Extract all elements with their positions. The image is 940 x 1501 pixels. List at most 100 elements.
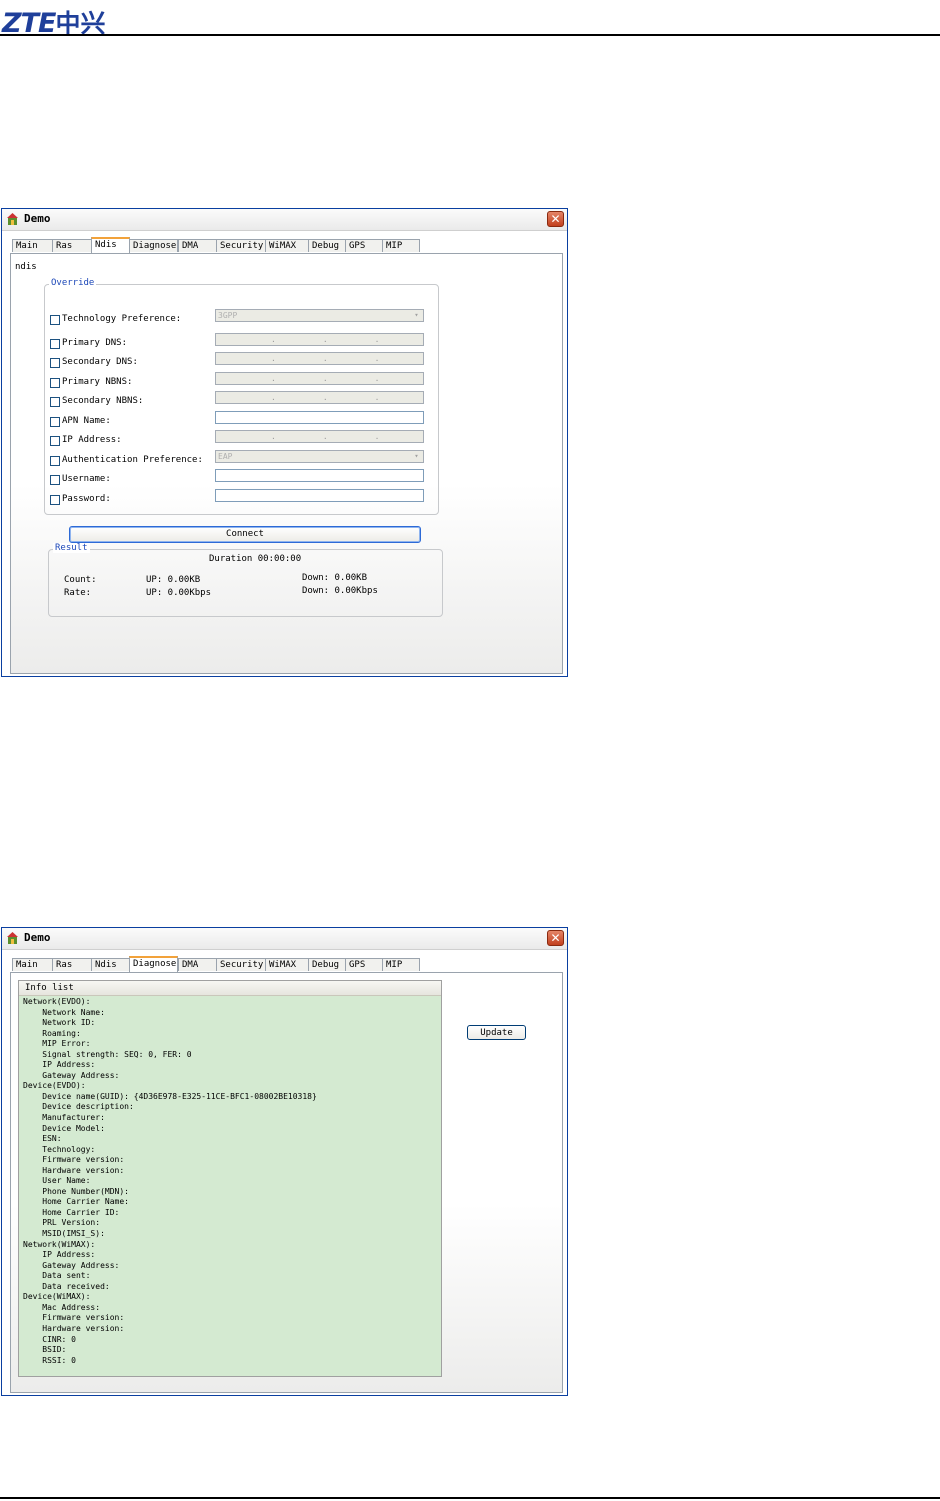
secondary-dns-label: Secondary DNS: (62, 357, 138, 367)
username-label: Username: (62, 474, 111, 484)
tab-dma[interactable]: DMA (178, 958, 217, 971)
tab-ndis[interactable]: Ndis (91, 237, 130, 253)
info-list[interactable]: Info list Network(EVDO): Network Name: N… (18, 980, 442, 1377)
count-label: Count: (64, 575, 97, 585)
authentication-preference-dropdown[interactable]: EAP ▾ (215, 450, 424, 463)
info-line: Firmware version: (23, 1313, 125, 1323)
info-line: Data received: (23, 1281, 110, 1291)
result-title: Result (53, 543, 90, 553)
ip-address-checkbox[interactable] (50, 436, 60, 446)
ip-separator-dots: ... (271, 393, 427, 402)
close-button[interactable]: ✕ (547, 930, 564, 946)
ip-separator-dots: ... (271, 335, 427, 344)
connect-button[interactable]: Connect (69, 526, 421, 543)
info-line: Network Name: (23, 1007, 105, 1017)
secondary-nbns-checkbox[interactable] (50, 397, 60, 407)
password-label: Password: (62, 494, 111, 504)
tab-main[interactable]: Main (12, 239, 53, 252)
primary-dns-label: Primary DNS: (62, 338, 128, 348)
ip-separator-dots: ... (271, 432, 427, 441)
tab-wimax[interactable]: WiMAX (265, 958, 309, 971)
tab-security[interactable]: Security (216, 239, 266, 252)
authentication-preference-checkbox[interactable] (50, 456, 60, 466)
app-icon (7, 213, 18, 225)
info-line: Home Carrier ID: (23, 1207, 120, 1217)
tab-gps[interactable]: GPS (345, 239, 383, 252)
tab-wimax[interactable]: WiMAX (265, 239, 309, 252)
info-line: Gateway Address: (23, 1260, 120, 1270)
override-group: Override Technology Preference: 3GPP ▾ Prim… (44, 278, 439, 515)
diagnose-panel: Info list Network(EVDO): Network Name: N… (10, 972, 563, 1393)
tab-debug[interactable]: Debug (308, 958, 346, 971)
info-line: Technology: (23, 1144, 96, 1154)
secondary-dns-field[interactable]: ... (215, 352, 424, 365)
info-line: Network(WiMAX): (23, 1239, 96, 1249)
tab-mip[interactable]: MIP (382, 239, 420, 252)
update-button[interactable]: Update (467, 1025, 526, 1040)
primary-dns-field[interactable]: ... (215, 333, 424, 346)
tab-diagnose[interactable]: Diagnose (129, 956, 178, 972)
footer-rule (0, 1497, 940, 1499)
info-line: Hardware version: (23, 1323, 125, 1333)
tab-dma[interactable]: DMA (178, 239, 217, 252)
password-checkbox[interactable] (50, 495, 60, 505)
secondary-nbns-label: Secondary NBNS: (62, 396, 144, 406)
demo-window-ndis: Demo ✕ Main Ras Ndis Diagnose DMA Security WiM… (1, 208, 568, 677)
tab-ndis[interactable]: Ndis (91, 958, 130, 971)
count-up-value: UP: 0.00KB (146, 575, 201, 585)
tab-mip[interactable]: MIP (382, 958, 420, 971)
window-title: Demo (24, 212, 51, 225)
close-button[interactable]: ✕ (547, 211, 564, 227)
info-line: Signal strength: SEQ: 0, FER: 0 (23, 1049, 192, 1059)
tab-diagnose[interactable]: Diagnose (129, 239, 178, 252)
chevron-down-icon: ▾ (414, 452, 419, 460)
primary-dns-checkbox[interactable] (50, 339, 60, 349)
technology-preference-dropdown[interactable]: 3GPP ▾ (215, 309, 424, 322)
primary-nbns-field[interactable]: ... (215, 372, 424, 385)
info-line: MSID(IMSI_S): (23, 1229, 105, 1239)
apn-name-field[interactable] (215, 411, 424, 424)
username-checkbox[interactable] (50, 475, 60, 485)
demo-window-diagnose: Demo ✕ Main Ras Ndis Diagnose DMA Security WiM… (1, 927, 568, 1396)
info-line: Roaming: (23, 1028, 81, 1038)
info-list-header: Info list (19, 981, 441, 996)
ip-address-label: IP Address: (62, 435, 122, 445)
password-field[interactable] (215, 489, 424, 502)
info-line: Network ID: (23, 1018, 96, 1028)
window-title: Demo (24, 931, 51, 944)
tab-gps[interactable]: GPS (345, 958, 383, 971)
apn-name-checkbox[interactable] (50, 417, 60, 427)
title-bar[interactable]: Demo ✕ (2, 209, 567, 231)
secondary-dns-checkbox[interactable] (50, 358, 60, 368)
info-line: User Name: (23, 1176, 91, 1186)
technology-preference-label: Technology Preference: (62, 314, 182, 324)
panel-label: ndis (15, 262, 37, 272)
tab-ras[interactable]: Ras (52, 239, 92, 252)
duration-text: Duration 00:00:00 (209, 554, 302, 564)
info-line: CINR: 0 (23, 1334, 76, 1344)
info-line: IP Address: (23, 1250, 96, 1260)
tab-ras[interactable]: Ras (52, 958, 92, 971)
info-line: RSSI: 0 (23, 1355, 76, 1365)
app-icon (7, 932, 18, 944)
primary-nbns-checkbox[interactable] (50, 378, 60, 388)
info-line: Network(EVDO): (23, 997, 91, 1006)
tab-debug[interactable]: Debug (308, 239, 346, 252)
info-line: PRL Version: (23, 1218, 101, 1228)
technology-preference-checkbox[interactable] (50, 315, 60, 325)
info-line: Home Carrier Name: (23, 1197, 129, 1207)
info-line: Firmware version: (23, 1155, 125, 1165)
info-line: Phone Number(MDN): (23, 1186, 129, 1196)
ip-separator-dots: ... (271, 354, 427, 363)
tab-security[interactable]: Security (216, 958, 266, 971)
tab-main[interactable]: Main (12, 958, 53, 971)
info-line: Device Model: (23, 1123, 105, 1133)
ip-address-field[interactable]: ... (215, 430, 424, 443)
secondary-nbns-field[interactable]: ... (215, 391, 424, 404)
rate-up-value: UP: 0.00Kbps (146, 588, 212, 598)
rate-label: Rate: (64, 588, 92, 598)
username-field[interactable] (215, 469, 424, 482)
primary-nbns-label: Primary NBNS: (62, 377, 133, 387)
title-bar[interactable]: Demo ✕ (2, 928, 567, 950)
info-line: Data sent: (23, 1271, 91, 1281)
